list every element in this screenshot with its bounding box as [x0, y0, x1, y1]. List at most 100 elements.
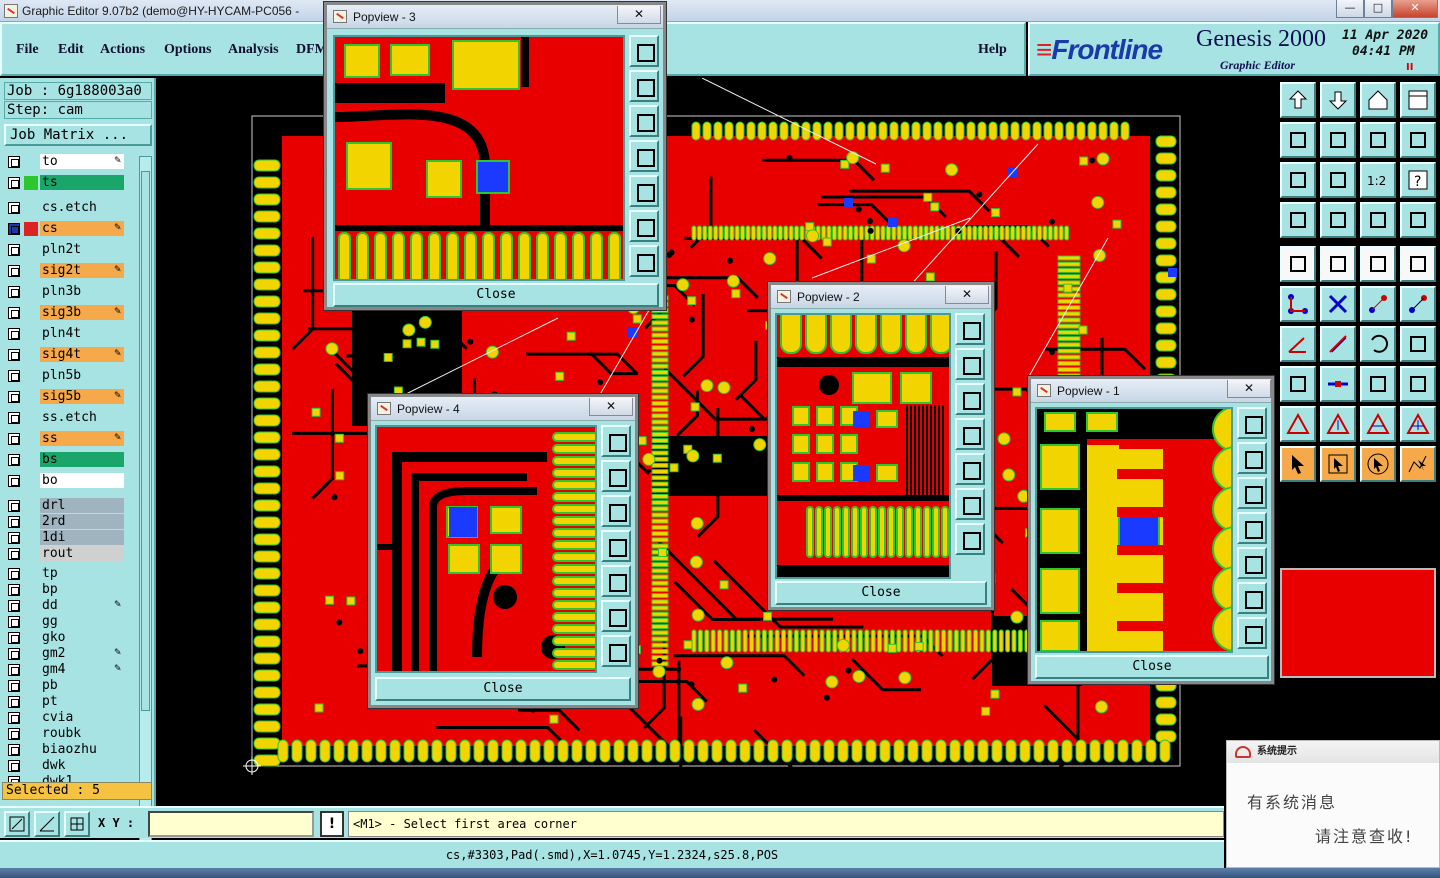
pointer-box-tool-button[interactable]: [1320, 446, 1356, 482]
zoom-out-button[interactable]: [629, 105, 659, 137]
layer-affected-marker[interactable]: [24, 583, 38, 597]
layer-affected-marker[interactable]: [24, 647, 38, 661]
menu-analysis[interactable]: Analysis: [228, 42, 279, 58]
pan-left-button[interactable]: [955, 418, 985, 450]
layer-row-gm4[interactable]: gm4 ✎: [4, 662, 139, 678]
layer-row-gg[interactable]: gg: [4, 614, 139, 630]
layer-checkbox[interactable]: [8, 177, 20, 189]
layer-checkbox[interactable]: [8, 696, 20, 708]
menu-help[interactable]: Help: [978, 42, 1007, 58]
layer-row-bp[interactable]: bp: [4, 582, 139, 598]
pan-left-button[interactable]: [601, 530, 631, 562]
layer-checkbox[interactable]: [8, 516, 20, 528]
zoom-out-button[interactable]: [1237, 477, 1267, 509]
layer-list-scrollbar[interactable]: [139, 156, 152, 856]
minimize-button[interactable]: —: [1336, 0, 1364, 18]
pan-right-button[interactable]: [1237, 547, 1267, 579]
layer-affected-marker[interactable]: [24, 327, 38, 341]
layer-name[interactable]: cvia: [40, 710, 124, 725]
layer-name[interactable]: roubk: [40, 726, 124, 741]
layer-name[interactable]: pln2t: [40, 242, 124, 257]
zoom-in-button[interactable]: [629, 70, 659, 102]
layer-checkbox[interactable]: [8, 632, 20, 644]
layer-checkbox[interactable]: [8, 760, 20, 772]
maximize-button[interactable]: □: [1364, 0, 1392, 18]
measure-tool[interactable]: [34, 811, 60, 837]
pan-left-button[interactable]: [629, 140, 659, 172]
zoom-area-tool[interactable]: [4, 811, 30, 837]
zoom-home-button[interactable]: [1237, 582, 1267, 614]
zoom-out-button[interactable]: [601, 495, 631, 527]
zoom-fit-button[interactable]: [1237, 407, 1267, 439]
zoom-fit-button[interactable]: [601, 425, 631, 457]
layer-checkbox[interactable]: [8, 664, 20, 676]
layer-affected-marker[interactable]: [24, 390, 38, 404]
popview-titlebar[interactable]: Popview - 4 ✕: [371, 397, 635, 421]
layer-row-bs[interactable]: bs: [4, 452, 139, 468]
layer-name[interactable]: rout: [40, 546, 124, 561]
layer-checkbox[interactable]: [8, 412, 20, 424]
arrow-left-box-tool-button[interactable]: [1280, 122, 1316, 158]
layer-affected-marker[interactable]: [24, 631, 38, 645]
layer-checkbox[interactable]: [8, 548, 20, 560]
layer-row-ss.etch[interactable]: ss.etch: [4, 410, 139, 426]
popview-close-button[interactable]: Close: [333, 283, 659, 307]
net-select-tool-button[interactable]: [1360, 202, 1396, 238]
layer-checkbox[interactable]: [8, 500, 20, 512]
layer-name[interactable]: bs: [40, 452, 124, 467]
menu-file[interactable]: File: [16, 42, 39, 58]
layer-checkbox[interactable]: [8, 223, 20, 235]
layer-checkbox[interactable]: [8, 532, 20, 544]
grid-tool-button[interactable]: [1320, 202, 1356, 238]
warning-button[interactable]: !: [320, 811, 344, 837]
pan-right-button[interactable]: [629, 175, 659, 207]
triangle-4-tool-button[interactable]: [1400, 406, 1436, 442]
layer-affected-marker[interactable]: [24, 615, 38, 629]
layer-name[interactable]: bo: [40, 473, 124, 488]
layer-row-pln5b[interactable]: pln5b: [4, 368, 139, 384]
pan-all-button[interactable]: [629, 245, 659, 277]
zoom-in-button[interactable]: [1237, 442, 1267, 474]
layer-name[interactable]: bp: [40, 582, 124, 597]
layer-row-biaozhu[interactable]: biaozhu: [4, 742, 139, 758]
move-up-tool-button[interactable]: [1280, 82, 1316, 118]
layer-affected-marker[interactable]: [24, 531, 38, 545]
layer-name[interactable]: gko: [40, 630, 124, 645]
s-curve-tool-button[interactable]: [1400, 122, 1436, 158]
layer-name[interactable]: pb: [40, 678, 124, 693]
triangle-2-tool-button[interactable]: [1320, 406, 1356, 442]
layer-name[interactable]: cs.etch: [40, 200, 124, 215]
layer-checkbox[interactable]: [8, 744, 20, 756]
popview-titlebar[interactable]: Popview - 1 ✕: [1031, 379, 1271, 403]
layer-row-to[interactable]: to ✎: [4, 154, 139, 170]
layer-row-cs.etch[interactable]: cs.etch: [4, 200, 139, 216]
layer-row-dwk[interactable]: dwk: [4, 758, 139, 774]
layer-affected-marker[interactable]: [24, 474, 38, 488]
scale-1-2-tool-button[interactable]: 1:2: [1360, 162, 1396, 198]
layer-name[interactable]: gm2: [40, 646, 124, 661]
layer-name[interactable]: 2rd: [40, 514, 124, 529]
pad-shape-tool-button[interactable]: [1280, 246, 1316, 282]
layer-checkbox[interactable]: [8, 370, 20, 382]
layer-row-cvia[interactable]: cvia: [4, 710, 139, 726]
zoom-home-button[interactable]: [629, 210, 659, 242]
triangle-3-tool-button[interactable]: [1360, 406, 1396, 442]
layer-name[interactable]: biaozhu: [40, 742, 124, 757]
layer-row-bo[interactable]: bo: [4, 473, 139, 489]
layer-name[interactable]: ss.etch: [40, 410, 124, 425]
zoom-in-button[interactable]: [601, 460, 631, 492]
layer-checkbox[interactable]: [8, 202, 20, 214]
layer-affected-marker[interactable]: [24, 663, 38, 677]
layer-row-ss[interactable]: ss ✎: [4, 431, 139, 447]
layer-name[interactable]: drl: [40, 498, 124, 513]
layer-checkbox[interactable]: [8, 728, 20, 740]
layer-name[interactable]: to: [40, 154, 124, 169]
line-draw-tool-button[interactable]: [1320, 246, 1356, 282]
pointer-circle-tool-button[interactable]: [1360, 446, 1396, 482]
home-tool-button[interactable]: [1360, 82, 1396, 118]
system-notification[interactable]: 系统提示 有系统消息 请注意查收!: [1226, 740, 1440, 868]
popview-close-x[interactable]: ✕: [1227, 380, 1271, 398]
pan-all-button[interactable]: [955, 523, 985, 555]
layer-affected-marker[interactable]: [24, 743, 38, 757]
layer-row-rout[interactable]: rout: [4, 546, 139, 562]
